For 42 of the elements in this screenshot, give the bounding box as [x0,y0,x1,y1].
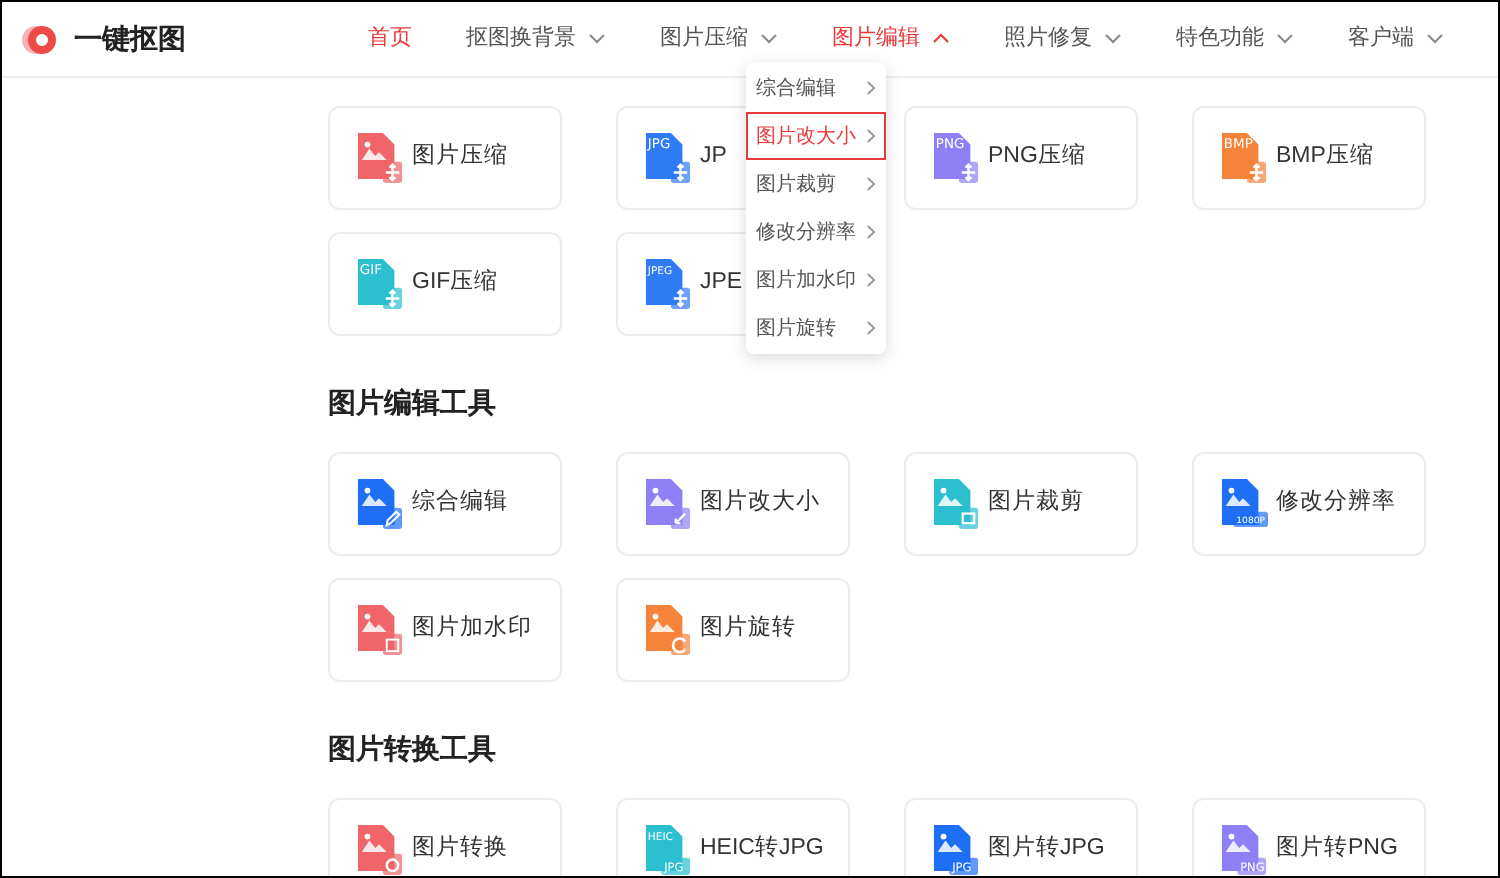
tool-card[interactable]: 图片改大小 [616,452,850,556]
nav-item[interactable]: 抠图换背景 [466,22,606,56]
card-label: 图片转PNG [1276,833,1398,865]
chevron-right-icon [866,128,876,144]
nav-item[interactable]: 图片压缩 [660,22,778,56]
card-label: 修改分辨率 [1276,487,1396,519]
nav-item[interactable]: 客户端 [1348,22,1444,56]
nav-item[interactable]: 图片编辑 [832,22,950,56]
card-label: 图片改大小 [700,487,820,519]
nav-item[interactable]: 特色功能 [1176,22,1294,56]
chevron-right-icon [866,80,876,96]
card-label: 图片转换 [412,833,508,865]
chevron-right-icon [866,224,876,240]
nav-item[interactable]: 首页 [368,22,412,56]
card-label: 图片旋转 [700,613,796,645]
tool-card[interactable]: 图片转换 [328,798,562,876]
chevron-right-icon [866,272,876,288]
card-label: GIF压缩 [412,267,499,299]
section-title: 图片编辑工具 [328,386,496,420]
tool-card[interactable]: 图片旋转 [616,578,850,682]
card-label: JPE [700,268,743,299]
card-label: 图片压缩 [412,141,508,173]
menu-item[interactable]: 综合编辑 [746,64,886,112]
logo-text: 一键抠图 [74,20,186,58]
nav-item[interactable]: 照片修复 [1004,22,1122,56]
card-label: HEIC转JPG [700,833,824,865]
card-label: PNG压缩 [988,141,1086,173]
card-label: 图片裁剪 [988,486,1084,519]
card-label: 图片加水印 [412,613,532,645]
card-label: 综合编辑 [412,487,508,519]
chevron-right-icon [866,320,876,336]
chevron-right-icon [866,176,876,192]
tool-card[interactable]: 图片加水印 [328,578,562,682]
logo-icon [22,23,58,55]
menu-item[interactable]: 图片改大小 [746,112,886,160]
tool-card[interactable]: 图片裁剪 [904,452,1138,556]
tool-card[interactable]: 图片压缩 [328,106,562,210]
card-label: 图片转JPG [988,833,1105,865]
section-title: 图片转换工具 [328,732,496,766]
card-label: JP [700,142,727,173]
card-label: BMP压缩 [1276,141,1374,173]
tool-card[interactable]: 综合编辑 [328,452,562,556]
